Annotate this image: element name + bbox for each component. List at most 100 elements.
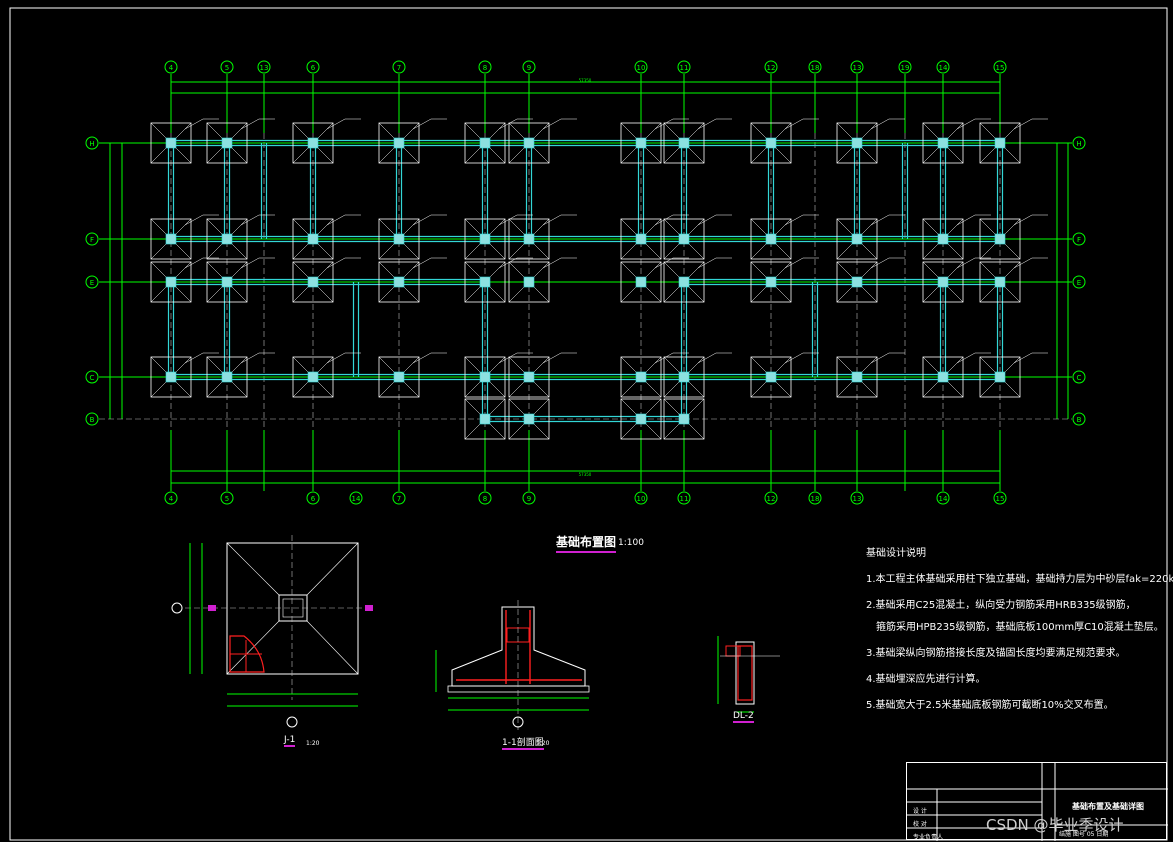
axis-bubble-top-label: 7 [397, 64, 401, 72]
axis-bubble-top-label: 4 [169, 64, 174, 72]
tag-leader [956, 257, 976, 269]
tb-row-label: 设 计 [913, 808, 927, 815]
column-stub [393, 137, 405, 149]
axis-bubble-top-label: 9 [527, 64, 531, 72]
detail-j1-label: J-1 [284, 735, 296, 747]
tag-leader [542, 214, 562, 226]
column-stub [221, 371, 233, 383]
axis-bubble-bottom-label: 9 [527, 495, 531, 503]
column-stub [479, 233, 491, 245]
tb-row-label: 专业负责人 [913, 834, 944, 841]
tag-leader [184, 214, 204, 226]
tag-leader [784, 118, 804, 130]
axis-bubble-bottom-label: 6 [311, 495, 316, 503]
tag-leader [240, 214, 260, 226]
column-stub [994, 137, 1006, 149]
detail-j1 [171, 535, 373, 728]
tag-leader [784, 257, 804, 269]
tag-leader [412, 214, 432, 226]
column-stub [523, 276, 535, 288]
tag-leader [697, 214, 717, 226]
axis-bubble-right-label: C [1077, 374, 1082, 382]
design-notes: 基础设计说明 1.本工程主体基础采用柱下独立基础，基础持力层为中砂层fak=22… [866, 544, 1173, 725]
tag-leader [697, 118, 717, 130]
tag-leader [1013, 352, 1033, 364]
column-stub [523, 233, 535, 245]
section-bedding [447, 685, 590, 693]
overall-dim-text: 57350 [579, 472, 592, 477]
tag-leader [870, 257, 890, 269]
column-stub [635, 233, 647, 245]
axis-bubble-bottom-label: 14 [352, 495, 361, 503]
axis-bubble-bottom-label: 5 [225, 495, 229, 503]
tag-leader [412, 352, 432, 364]
column-stub [678, 371, 690, 383]
axis-bubble-left-label: C [90, 374, 95, 382]
column-stub [393, 371, 405, 383]
dl2-outline [735, 641, 755, 705]
column-stub [765, 276, 777, 288]
column-stub [523, 371, 535, 383]
j1-slope [226, 620, 280, 675]
axis-bubble-top-label: 15 [996, 64, 1005, 72]
j1-section-mark [208, 605, 216, 611]
axis-bubble-left-label: F [90, 236, 94, 244]
column-stub [994, 371, 1006, 383]
column-stub [479, 276, 491, 288]
axis-bubble-bottom-label: 4 [169, 495, 174, 503]
plan-scale: 1:100 [618, 538, 644, 548]
note-item: 4.基础埋深应先进行计算。 [866, 674, 986, 685]
column-stub [523, 137, 535, 149]
axis-bubble-top-label: 8 [483, 64, 487, 72]
tag-leader [784, 214, 804, 226]
axis-bubble-left-label: H [89, 140, 94, 148]
tag-leader [956, 352, 976, 364]
column-stub [307, 137, 319, 149]
tag-leader [412, 118, 432, 130]
column-stub [165, 276, 177, 288]
plan-title: 基础布置图 [556, 533, 617, 553]
axis-bubble-top-label: 19 [901, 64, 910, 72]
axis-bubble-right-label: H [1076, 140, 1081, 148]
column-stub [393, 233, 405, 245]
axis-bubble-bottom-label: 11 [680, 495, 689, 503]
tag-leader [1013, 214, 1033, 226]
column-stub [851, 276, 863, 288]
tag-leader [870, 352, 890, 364]
tag-leader [956, 118, 976, 130]
watermark: CSDN @毕业季设计 [986, 816, 1124, 834]
column-stub [165, 233, 177, 245]
column-stub [165, 371, 177, 383]
tag-leader [326, 352, 346, 364]
axis-bubble-top-label: 13 [853, 64, 862, 72]
tb-row-label: 校 对 [913, 821, 927, 828]
detail-j1-scale: 1:20 [306, 740, 320, 747]
column-stub [307, 233, 319, 245]
column-stub [523, 413, 535, 425]
detail-section-scale: 1:20 [536, 740, 550, 747]
axis-bubble-bottom-label: 13 [853, 495, 862, 503]
column-stub [994, 276, 1006, 288]
column-stub [479, 137, 491, 149]
note-item: 2.基础采用C25混凝土，纵向受力钢筋采用HRB335级钢筋， [866, 600, 1136, 611]
axis-bubble-top-label: 12 [767, 64, 776, 72]
notes-title: 基础设计说明 [866, 548, 926, 559]
axis-bubble-top-label: 14 [939, 64, 948, 72]
axis-bubble-top-label: 6 [311, 64, 316, 72]
tag-leader [498, 257, 518, 269]
column-stub [678, 233, 690, 245]
tag-leader [184, 352, 204, 364]
axis-bubble-bottom-label: 14 [939, 495, 948, 503]
tag-leader [870, 118, 890, 130]
tag-leader [326, 214, 346, 226]
axis-bubble-right-label: F [1077, 236, 1081, 244]
column-stub [635, 137, 647, 149]
foundation-plan: 57350 57350 4 5 13 6 7 8 9 10 11 12 18 13 19 14 15 4 5 6 14 7… [85, 60, 1086, 505]
axis-bubble-top-label: 5 [225, 64, 229, 72]
tag-leader [784, 352, 804, 364]
column-stub [937, 371, 949, 383]
column-stub [678, 413, 690, 425]
tag-leader [956, 214, 976, 226]
note-item: 1.本工程主体基础采用柱下独立基础，基础持力层为中砂层fak=220kpa。 [866, 574, 1173, 585]
column-stub [393, 276, 405, 288]
